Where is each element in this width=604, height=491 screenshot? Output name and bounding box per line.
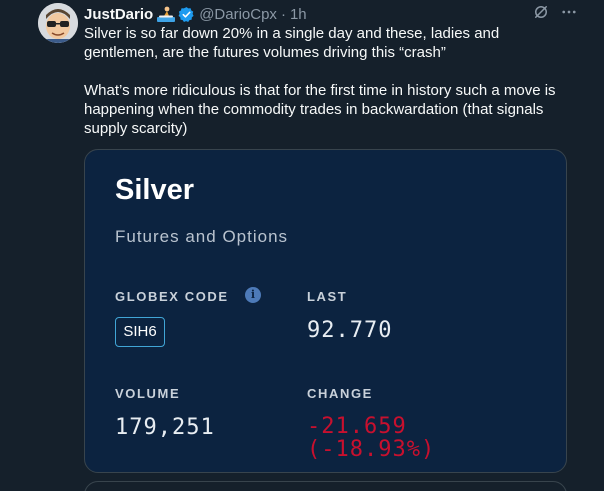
tweet-text: Silver is so far down 20% in a single da… [84, 24, 574, 138]
last-value: 92.770 [307, 318, 393, 343]
tweet: JustDario @DarioCpx · 1h Silver is so fa… [0, 0, 604, 491]
globex-code-chip: SIH6 [115, 317, 165, 347]
tweet-timestamp[interactable]: 1h [290, 6, 307, 23]
tweet-paragraph-1: Silver is so far down 20% in a single da… [84, 25, 500, 61]
change-label: CHANGE [307, 386, 373, 401]
card-subtitle: Futures and Options [115, 227, 289, 246]
author-avatar[interactable] [38, 3, 78, 43]
quote-card-image[interactable]: Silver Futures and Options GLOBEX CODE i… [84, 149, 567, 473]
author-display-name[interactable]: JustDario [84, 6, 153, 23]
change-value-group: -21.659 (-18.93%) [307, 415, 435, 461]
avatar-illustration [38, 3, 78, 43]
globex-code-label: GLOBEX CODE [115, 289, 229, 304]
tweet-top-actions [532, 3, 578, 26]
card-title: Silver [115, 174, 194, 206]
person-surfing-emoji-icon [157, 6, 176, 22]
separator-dot: · [280, 5, 286, 23]
next-card-edge [84, 481, 567, 491]
volume-label: VOLUME [115, 386, 181, 401]
change-value: -21.659 [307, 414, 407, 439]
author-handle[interactable]: @DarioCpx [199, 6, 277, 23]
grok-icon[interactable] [532, 3, 550, 26]
verified-badge-icon[interactable] [178, 6, 195, 23]
tweet-header: JustDario @DarioCpx · 1h [84, 4, 307, 24]
info-icon: i [245, 287, 261, 303]
volume-value: 179,251 [115, 415, 215, 440]
change-percent: (-18.93%) [307, 437, 436, 462]
more-icon[interactable] [560, 3, 578, 26]
tweet-paragraph-2: What’s more ridiculous is that for the f… [84, 82, 556, 137]
last-label: LAST [307, 289, 348, 304]
